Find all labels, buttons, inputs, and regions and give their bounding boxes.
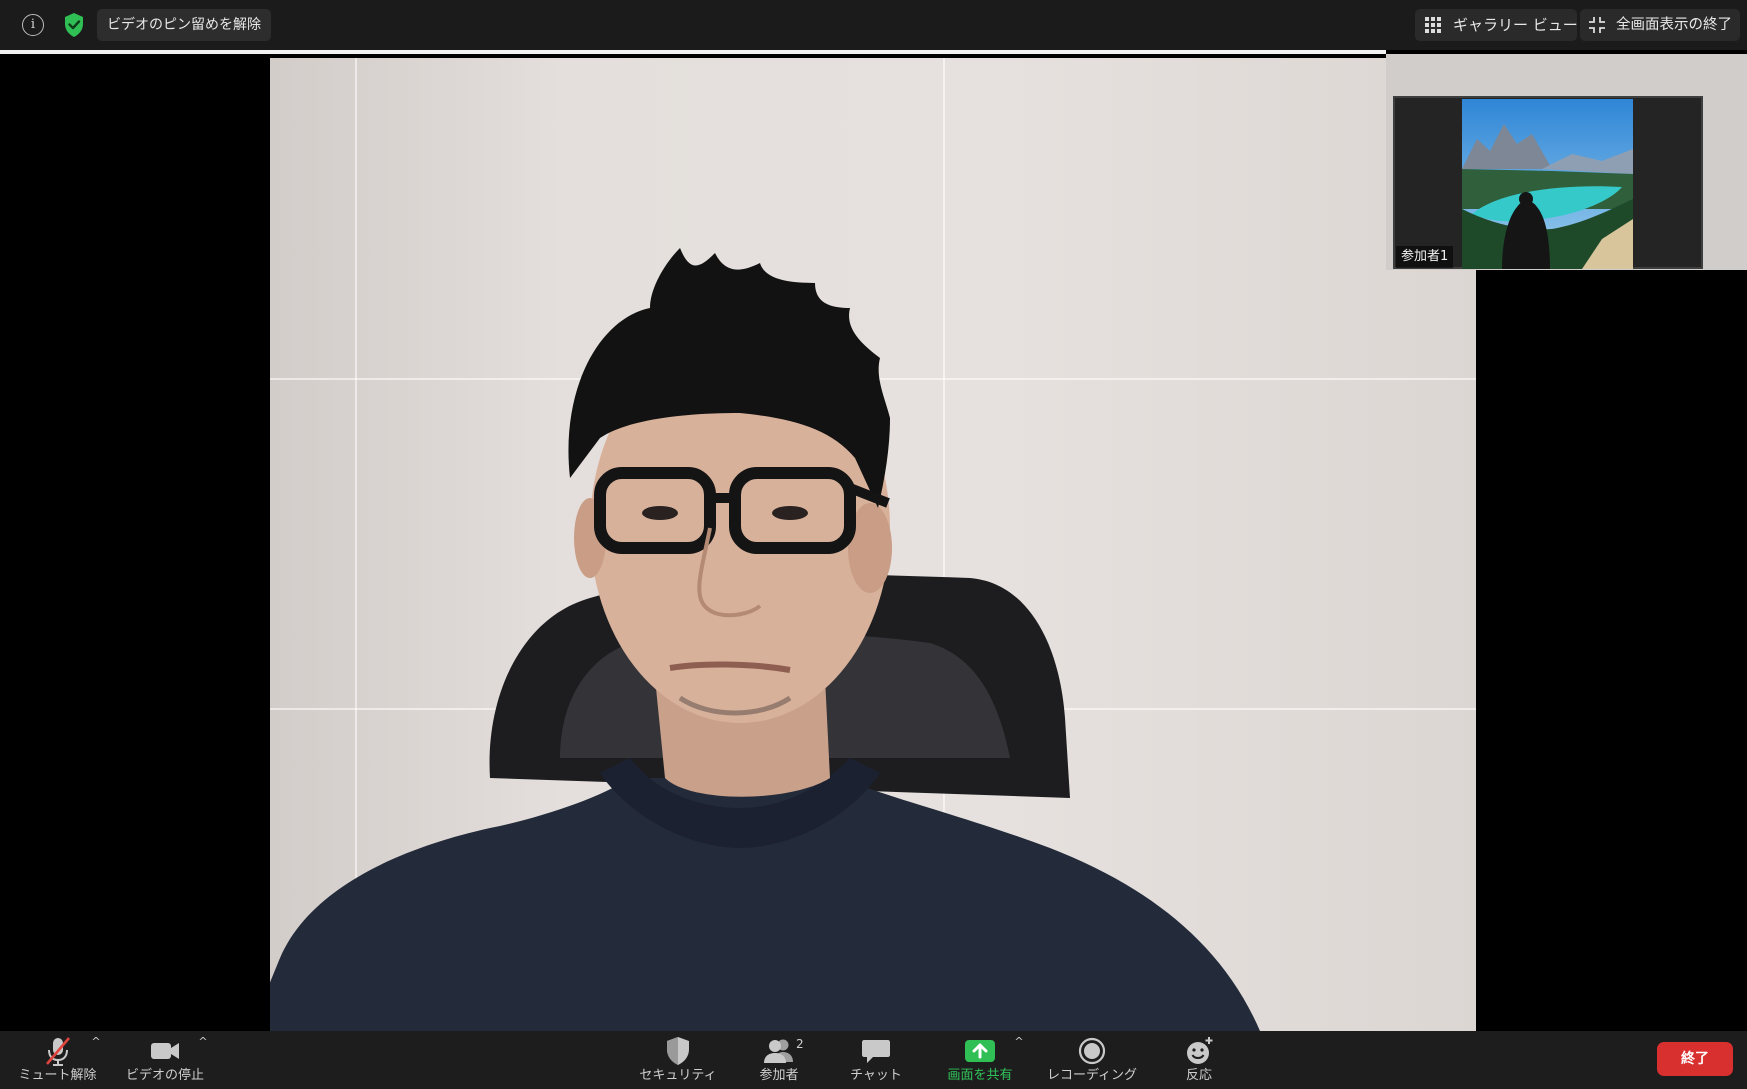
recording-label: レコーディング: [1046, 1068, 1138, 1083]
unmute-label: ミュート解除: [18, 1068, 97, 1083]
share-screen-label: 画面を共有: [947, 1068, 1013, 1083]
shield-check-icon[interactable]: [63, 12, 85, 38]
participants-label: 参加者: [759, 1068, 799, 1083]
divider: [0, 50, 1386, 54]
main-video[interactable]: [270, 58, 1476, 1031]
info-icon: i: [30, 17, 36, 32]
meeting-toolbar: ミュート解除 ^ ビデオの停止 ^ セキュリティ 参加者 2 チャット 画面を共…: [0, 1031, 1747, 1089]
end-meeting-button[interactable]: 終了: [1657, 1042, 1733, 1076]
participants-button[interactable]: 参加者: [740, 1031, 818, 1089]
top-bar: i ビデオのピン留めを解除 ギャラリー ビュー 全画面表示の終了: [0, 0, 1747, 54]
reactions-button[interactable]: 反応: [1164, 1031, 1234, 1089]
audio-options-caret[interactable]: ^: [89, 1035, 103, 1049]
record-icon: [1078, 1037, 1106, 1065]
chat-label: チャット: [850, 1068, 902, 1083]
security-shield-icon: [667, 1037, 689, 1065]
gallery-view-button[interactable]: ギャラリー ビュー: [1415, 9, 1578, 41]
landscape-background-image: [1462, 99, 1633, 269]
gallery-view-label: ギャラリー ビュー: [1453, 16, 1578, 34]
stop-video-label: ビデオの停止: [125, 1068, 204, 1083]
security-button[interactable]: セキュリティ: [632, 1031, 724, 1089]
reactions-label: 反応: [1185, 1068, 1212, 1083]
participant-name-label: 参加者1: [1396, 246, 1454, 268]
security-label: セキュリティ: [639, 1068, 717, 1083]
chat-button[interactable]: チャット: [836, 1031, 916, 1089]
muted-mic-icon: [45, 1037, 70, 1066]
info-button[interactable]: i: [22, 14, 44, 36]
participant-video[interactable]: [1462, 99, 1633, 269]
share-screen-icon: [965, 1040, 995, 1062]
unpin-video-button[interactable]: ビデオのピン留めを解除: [97, 9, 271, 41]
share-options-caret[interactable]: ^: [1012, 1035, 1026, 1049]
exit-fullscreen-button[interactable]: 全画面表示の終了: [1580, 9, 1740, 41]
grid-icon: [1425, 17, 1441, 33]
recording-button[interactable]: レコーディング: [1040, 1031, 1144, 1089]
participants-icon: [764, 1039, 793, 1063]
video-options-caret[interactable]: ^: [196, 1035, 210, 1049]
reaction-smiley-icon: [1187, 1037, 1213, 1064]
exit-fullscreen-label: 全画面表示の終了: [1616, 17, 1732, 33]
chat-bubble-icon: [862, 1040, 890, 1063]
shrink-icon: [1589, 17, 1605, 33]
participants-count: 2: [796, 1037, 804, 1051]
video-camera-icon: [151, 1043, 179, 1059]
speaker-video-image: [270, 248, 1260, 1031]
